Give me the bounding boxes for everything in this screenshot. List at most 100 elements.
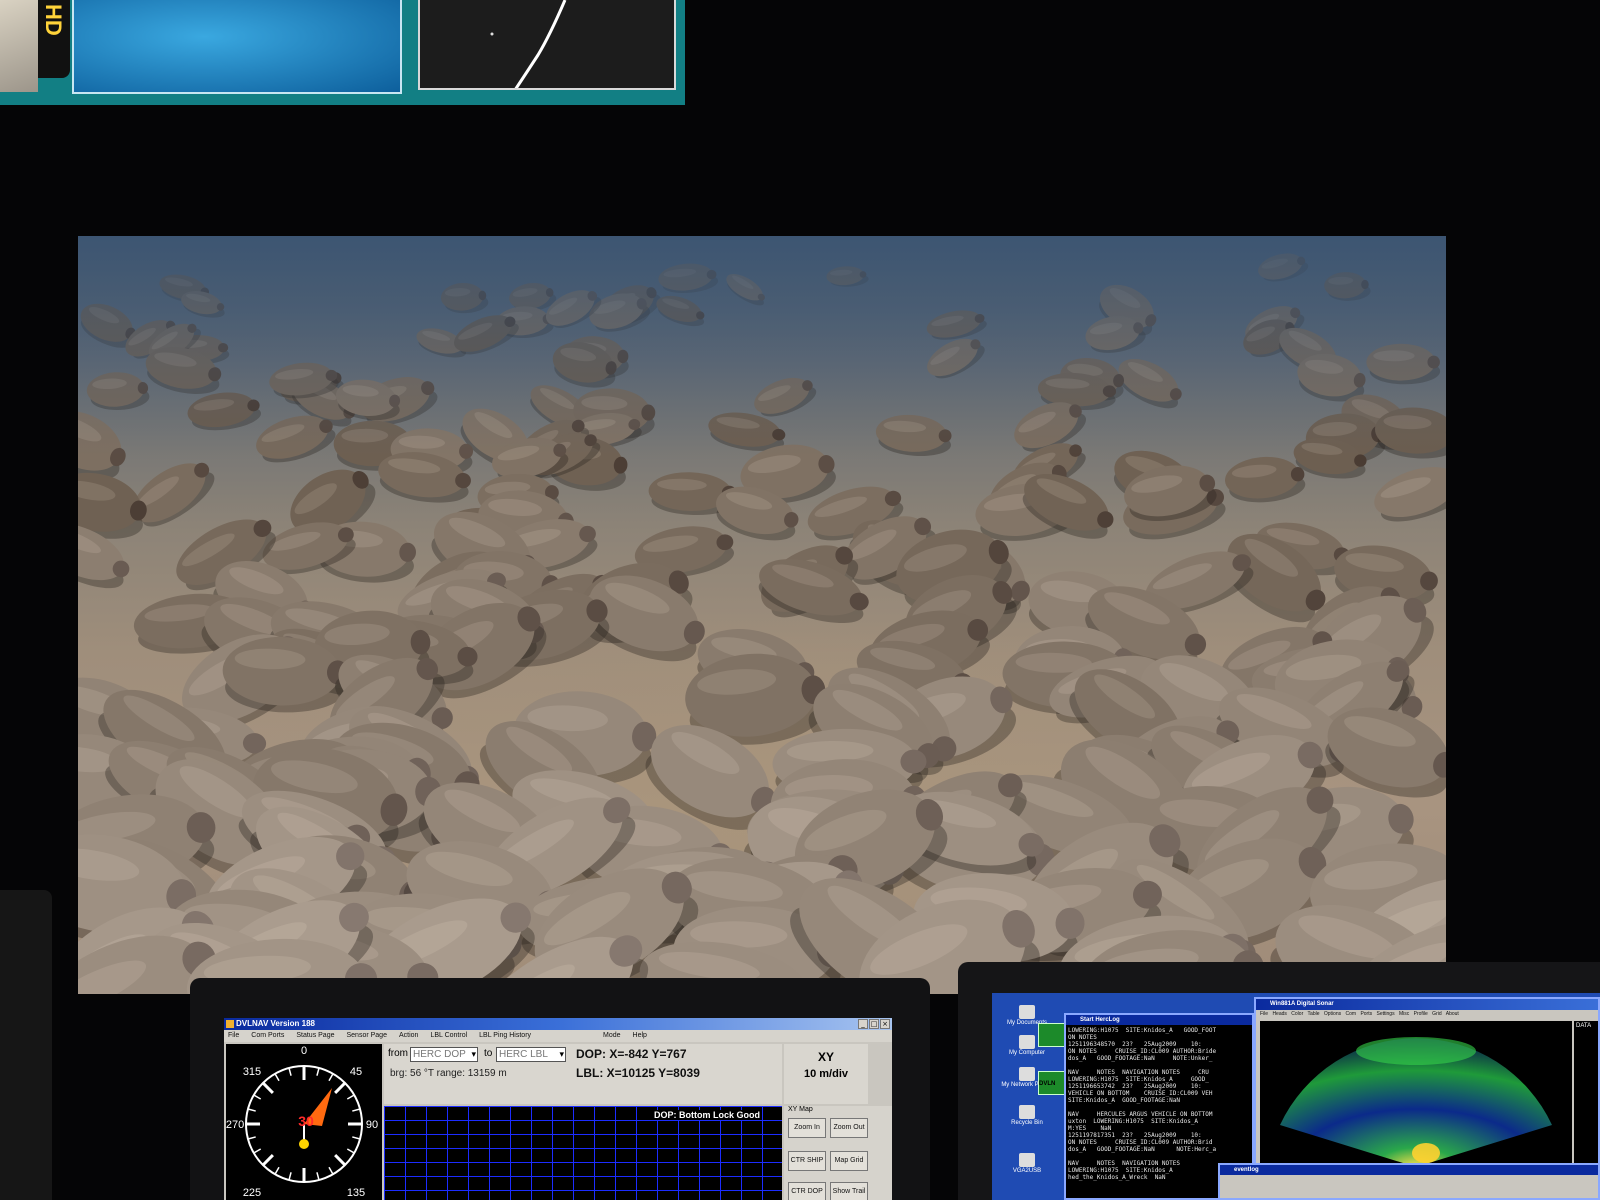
- compass-label-0: 0: [301, 1045, 307, 1057]
- menu-sensor-page[interactable]: Sensor Page: [346, 1030, 386, 1042]
- left-monitor-edge: [0, 890, 52, 1200]
- compass-tick: [247, 1136, 256, 1140]
- to-label: to: [484, 1048, 493, 1059]
- sonar-trace-feed: [418, 0, 676, 90]
- usb-icon: [1019, 1153, 1035, 1167]
- herclog-titlebar[interactable]: Start HercLog: [1066, 1015, 1252, 1025]
- hd-badge: HD: [38, 0, 70, 78]
- compass-tick: [288, 1067, 292, 1076]
- compass-tick: [334, 1081, 347, 1094]
- compass-tick: [288, 1172, 292, 1181]
- hd-badge-text: HD: [41, 4, 66, 36]
- maximize-button[interactable]: □: [869, 1019, 879, 1029]
- compass-label-315: 315: [243, 1066, 261, 1078]
- bottom-lock-status: DOP: Bottom Lock Good: [652, 1110, 762, 1120]
- sonar-display: [1260, 1021, 1572, 1167]
- compass-tick: [346, 1094, 355, 1100]
- compass-label-225: 225: [243, 1187, 261, 1199]
- xy-mode-label: XY: [817, 1050, 834, 1064]
- compass-label-270: 270: [226, 1119, 244, 1131]
- compass-tick: [316, 1067, 320, 1076]
- app-icon: [226, 1020, 234, 1028]
- computer-icon: [1019, 1035, 1035, 1049]
- eventlog-titlebar[interactable]: eventlog: [1220, 1165, 1598, 1175]
- menu-mode[interactable]: Mode: [603, 1030, 621, 1042]
- sonar-fan: [1280, 1037, 1552, 1167]
- trace-line: [490, 0, 567, 88]
- ctr-dop-button[interactable]: CTR DOP: [788, 1182, 826, 1200]
- menu-action[interactable]: Action: [399, 1030, 418, 1042]
- vehicle-dot: [299, 1139, 309, 1149]
- eventlog-window: eventlog: [1218, 1163, 1600, 1200]
- compass-tick: [261, 1154, 274, 1167]
- blue-video-feed: [72, 0, 402, 94]
- xy-map-controls: XY Map Zoom In Zoom Out CTR SHIP Map Gri…: [784, 1106, 892, 1200]
- menu-lbl-ping-history[interactable]: LBL Ping History: [479, 1030, 531, 1042]
- heading-compass: 0 45 90 135 225 270 315 30: [226, 1044, 382, 1200]
- compass-tick: [253, 1148, 262, 1154]
- sonar-titlebar[interactable]: Win881A Digital Sonar: [1256, 999, 1598, 1010]
- xy-map-caption: XY Map: [788, 1106, 813, 1113]
- menu-lbl-control[interactable]: LBL Control: [430, 1030, 467, 1042]
- menu-status-page[interactable]: Status Page: [296, 1030, 334, 1042]
- compass-dial: 0 45 90 135 225 270 315 30: [226, 1045, 378, 1199]
- dvlnav-window: DVLNAV Version 188 _ □ × File Com Ports …: [224, 1018, 892, 1200]
- compass-tick: [328, 1073, 334, 1082]
- network-icon: [1019, 1067, 1035, 1081]
- dop-position-readout: DOP: X=-842 Y=767: [576, 1047, 687, 1061]
- plot-grid: [384, 1106, 782, 1200]
- desktop-icon-recycle-bin[interactable]: Recycle Bin: [998, 1105, 1056, 1126]
- lbl-position-readout: LBL: X=10125 Y=8039: [576, 1066, 700, 1080]
- amphora: [1374, 467, 1446, 522]
- compass-tick: [253, 1094, 262, 1100]
- desktop-icon-vga2usb[interactable]: VGA2USB: [998, 1153, 1056, 1174]
- show-trail-button[interactable]: Show Trail: [830, 1182, 868, 1200]
- compass-label-90: 90: [366, 1119, 378, 1131]
- sonar-data-panel: DATA: [1574, 1021, 1598, 1167]
- map-grid-button[interactable]: Map Grid: [830, 1151, 868, 1171]
- compass-label-45: 45: [350, 1066, 362, 1078]
- ctr-ship-button[interactable]: CTR SHIP: [788, 1151, 826, 1171]
- compass-tick: [334, 1154, 347, 1167]
- amphora: [1225, 456, 1306, 503]
- top-monitor-strip: HD: [0, 0, 685, 105]
- compass-label-135: 135: [347, 1187, 365, 1199]
- from-label: from: [388, 1048, 408, 1059]
- compass-tick: [274, 1073, 280, 1082]
- heading-readout: 30: [298, 1113, 314, 1129]
- close-button[interactable]: ×: [880, 1019, 890, 1029]
- scale-readout: 10 m/div: [803, 1068, 849, 1080]
- sonar-menubar[interactable]: File Heads Color Table Options Com Ports…: [1256, 1010, 1598, 1019]
- sonar-window: Win881A Digital Sonar File Heads Color T…: [1254, 997, 1600, 1167]
- main-video-feed: [78, 236, 1446, 994]
- icon-label: Recycle Bin: [1011, 1120, 1043, 1126]
- icon-label: My Computer: [1008, 1050, 1045, 1056]
- camera-thumbnail: [0, 0, 38, 92]
- compass-tick: [346, 1148, 355, 1154]
- compass-tick: [352, 1108, 361, 1112]
- desktop-screen: My Documents My Computer My Network Plac…: [992, 993, 1600, 1200]
- to-select[interactable]: HERC LBL: [496, 1047, 566, 1062]
- window-title: DVLNAV Version 188: [236, 1019, 315, 1028]
- menu-help[interactable]: Help: [633, 1030, 647, 1042]
- amphora-field: [78, 236, 1446, 994]
- menu-file[interactable]: File: [228, 1030, 239, 1042]
- compass-tick: [274, 1166, 280, 1175]
- from-select[interactable]: HERC DOP: [410, 1047, 478, 1062]
- nav-controls-panel: from HERC DOP to HERC LBL brg: 56 °T ran…: [384, 1044, 782, 1104]
- compass-tick: [247, 1108, 256, 1112]
- menu-com-ports[interactable]: Com Ports: [251, 1030, 284, 1042]
- xy-plot[interactable]: DOP: Bottom Lock Good: [384, 1106, 782, 1200]
- bearing-range-readout: brg: 56 °T range: 13159 m: [390, 1068, 507, 1079]
- compass-tick: [328, 1166, 334, 1175]
- zoom-out-button[interactable]: Zoom Out: [830, 1118, 868, 1138]
- compass-tick: [261, 1081, 274, 1094]
- dvlnav-menubar: File Com Ports Status Page Sensor Page A…: [224, 1030, 892, 1042]
- water-haze: [78, 236, 1446, 456]
- dvlnav-titlebar[interactable]: DVLNAV Version 188 _ □ ×: [224, 1018, 892, 1030]
- folder-icon: [1019, 1005, 1035, 1019]
- minimize-button[interactable]: _: [858, 1019, 868, 1029]
- zoom-in-button[interactable]: Zoom In: [788, 1118, 826, 1138]
- compass-tick: [316, 1172, 320, 1181]
- compass-tick: [352, 1136, 361, 1140]
